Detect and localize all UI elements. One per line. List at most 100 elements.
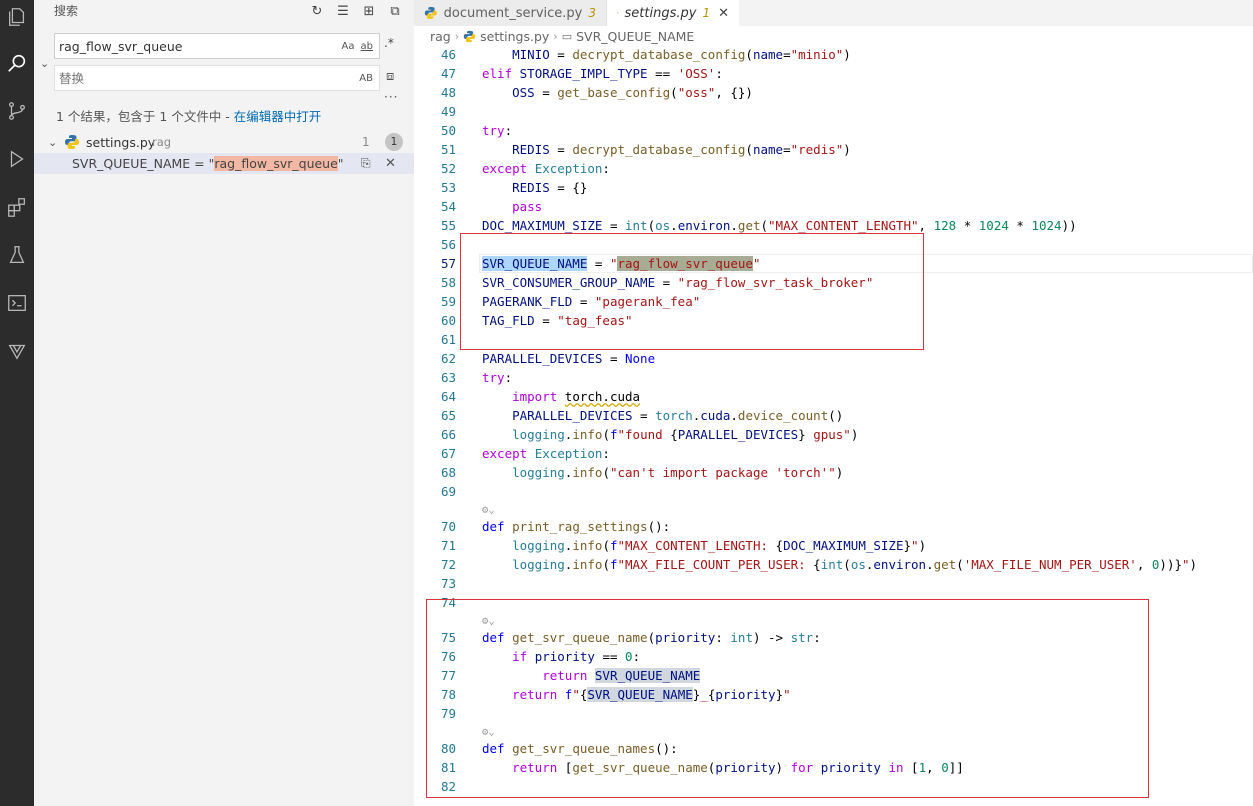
breadcrumb-folder[interactable]: rag xyxy=(430,29,451,44)
result-file-row[interactable]: ⌄ settings.py rag 1 1 xyxy=(34,132,414,152)
source-control-icon[interactable] xyxy=(0,94,34,128)
regex-toggle[interactable]: .* xyxy=(384,36,394,50)
toggle-replace-chevron-icon[interactable]: ⌄ xyxy=(40,57,49,70)
line-number: 80 xyxy=(440,741,456,756)
symbol-variable-icon: ▭ xyxy=(561,30,573,43)
search-icon[interactable] xyxy=(0,46,34,80)
tab-problem-badge: 1 xyxy=(702,6,711,20)
code-line: return f"{SVR_QUEUE_NAME}_{priority}" xyxy=(512,687,791,702)
code-line: def print_rag_settings(): xyxy=(482,519,671,534)
breadcrumb-file[interactable]: settings.py xyxy=(480,29,549,44)
code-line: elif STORAGE_IMPL_TYPE == 'OSS': xyxy=(482,66,723,81)
result-problem-count: 1 xyxy=(362,135,370,149)
code-line: REDIS = {} xyxy=(512,180,588,195)
chevron-right-icon: › xyxy=(454,30,460,43)
tab-label: settings.py xyxy=(624,5,697,21)
activity-bar xyxy=(0,0,34,806)
testing-flask-icon[interactable] xyxy=(0,238,34,272)
result-count-badge: 1 xyxy=(385,133,403,151)
python-file-icon xyxy=(65,135,79,149)
code-line: logging.info(f"found {PARALLEL_DEVICES} … xyxy=(512,427,859,442)
replace-all-icon[interactable]: ⧈ xyxy=(386,69,394,84)
run-debug-icon[interactable] xyxy=(0,142,34,176)
chevron-down-icon[interactable]: ⌄ xyxy=(48,136,57,149)
match-case-toggle[interactable]: Aa xyxy=(342,41,355,52)
line-number: 66 xyxy=(440,427,456,442)
code-line: except Exception: xyxy=(482,446,610,461)
line-number: 47 xyxy=(440,66,456,81)
line-number: 76 xyxy=(440,649,456,664)
explorer-icon[interactable] xyxy=(0,0,34,34)
line-number: 64 xyxy=(440,389,456,404)
code-line: return SVR_QUEUE_NAME xyxy=(542,668,701,683)
code-line: pass xyxy=(512,199,543,214)
close-icon[interactable]: ✕ xyxy=(718,6,729,21)
line-number: 50 xyxy=(440,123,456,138)
line-number: 55 xyxy=(440,218,456,233)
code-line: MINIO = decrypt_database_config(name="mi… xyxy=(512,47,851,62)
remote-extension-icon[interactable] xyxy=(0,334,34,368)
code-line: TAG_FLD = "tag_feas" xyxy=(482,313,633,328)
code-line: DOC_MAXIMUM_SIZE = int(os.environ.get("M… xyxy=(482,218,1077,233)
search-view-title: 搜索 xyxy=(54,4,79,18)
line-number: 58 xyxy=(440,275,456,290)
code-line: logging.info(f"MAX_FILE_COUNT_PER_USER: … xyxy=(512,557,1198,572)
result-file-name: settings.py xyxy=(86,134,156,150)
result-file-path: rag xyxy=(152,135,172,149)
code-line: return [get_svr_queue_name(priority) for… xyxy=(512,760,964,775)
result-match-row[interactable]: SVR_QUEUE_NAME = "rag_flow_svr_queue" ⎘ … xyxy=(34,153,414,174)
code-line: logging.info(f"MAX_CONTENT_LENGTH: {DOC_… xyxy=(512,538,927,553)
open-in-editor-link[interactable]: 在编辑器中打开 xyxy=(234,109,322,124)
tab-document-service[interactable]: document_service.py 3 xyxy=(414,0,607,26)
collapse-all-icon[interactable]: ⧉ xyxy=(386,2,404,20)
replace-input-box: AB xyxy=(54,65,380,91)
tab-settings[interactable]: settings.py 1 ✕ xyxy=(607,0,739,26)
code-line: def get_svr_queue_names(): xyxy=(482,741,678,756)
more-options-icon[interactable]: ··· xyxy=(384,90,398,104)
line-number: 56 xyxy=(440,237,456,252)
new-search-editor-icon[interactable]: ⊞ xyxy=(360,2,378,20)
refresh-icon[interactable]: ↻ xyxy=(308,2,326,20)
line-number: 77 xyxy=(440,668,456,683)
search-input-box: Aa ab xyxy=(54,33,380,59)
code-line: SVR_QUEUE_NAME = "rag_flow_svr_queue" xyxy=(482,256,761,271)
clear-results-icon[interactable]: ☰ xyxy=(334,2,352,20)
code-line: logging.info("can't import package 'torc… xyxy=(512,465,844,480)
replace-input[interactable] xyxy=(55,69,360,87)
line-number: 75 xyxy=(440,630,456,645)
line-number: 67 xyxy=(440,446,456,461)
line-number: 61 xyxy=(440,332,456,347)
preserve-case-toggle[interactable]: AB xyxy=(359,73,373,84)
line-number: 69 xyxy=(440,484,456,499)
python-file-icon xyxy=(617,12,619,14)
search-view-actions: ↻ ☰ ⊞ ⧉ xyxy=(308,2,404,20)
line-number: 53 xyxy=(440,180,456,195)
line-number: 63 xyxy=(440,370,456,385)
line-number: 65 xyxy=(440,408,456,423)
editor-area: document_service.py 3 settings.py 1 ✕ ra… xyxy=(414,0,1253,806)
dismiss-match-icon[interactable]: ✕ xyxy=(385,156,396,171)
breadcrumb-symbol[interactable]: SVR_QUEUE_NAME xyxy=(576,29,694,44)
search-input[interactable] xyxy=(55,37,342,55)
code-line: REDIS = decrypt_database_config(name="re… xyxy=(512,142,851,157)
line-number: 46 xyxy=(440,47,456,62)
code-line: def get_svr_queue_name(priority: int) ->… xyxy=(482,630,821,645)
line-number: 51 xyxy=(440,142,456,157)
code-line: import torch.cuda xyxy=(512,389,641,404)
extensions-icon[interactable] xyxy=(0,190,34,224)
line-number: 52 xyxy=(440,161,456,176)
code-line: PAGERANK_FLD = "pagerank_fea" xyxy=(482,294,701,309)
terminal-icon[interactable] xyxy=(0,286,34,320)
line-number: 70 xyxy=(440,519,456,534)
replace-match-icon[interactable]: ⎘ xyxy=(361,156,371,171)
line-number: 60 xyxy=(440,313,456,328)
tab-label: document_service.py xyxy=(443,5,583,21)
code-line: try: xyxy=(482,370,513,385)
match-after: " xyxy=(337,156,344,171)
line-number: 81 xyxy=(440,760,456,775)
whole-word-toggle[interactable]: ab xyxy=(361,41,373,52)
results-summary: 1 个结果，包含于 1 个文件中 - 在编辑器中打开 xyxy=(56,106,321,125)
line-number: 71 xyxy=(440,538,456,553)
code-line: SVR_CONSUMER_GROUP_NAME = "rag_flow_svr_… xyxy=(482,275,874,290)
python-file-icon xyxy=(463,30,476,43)
